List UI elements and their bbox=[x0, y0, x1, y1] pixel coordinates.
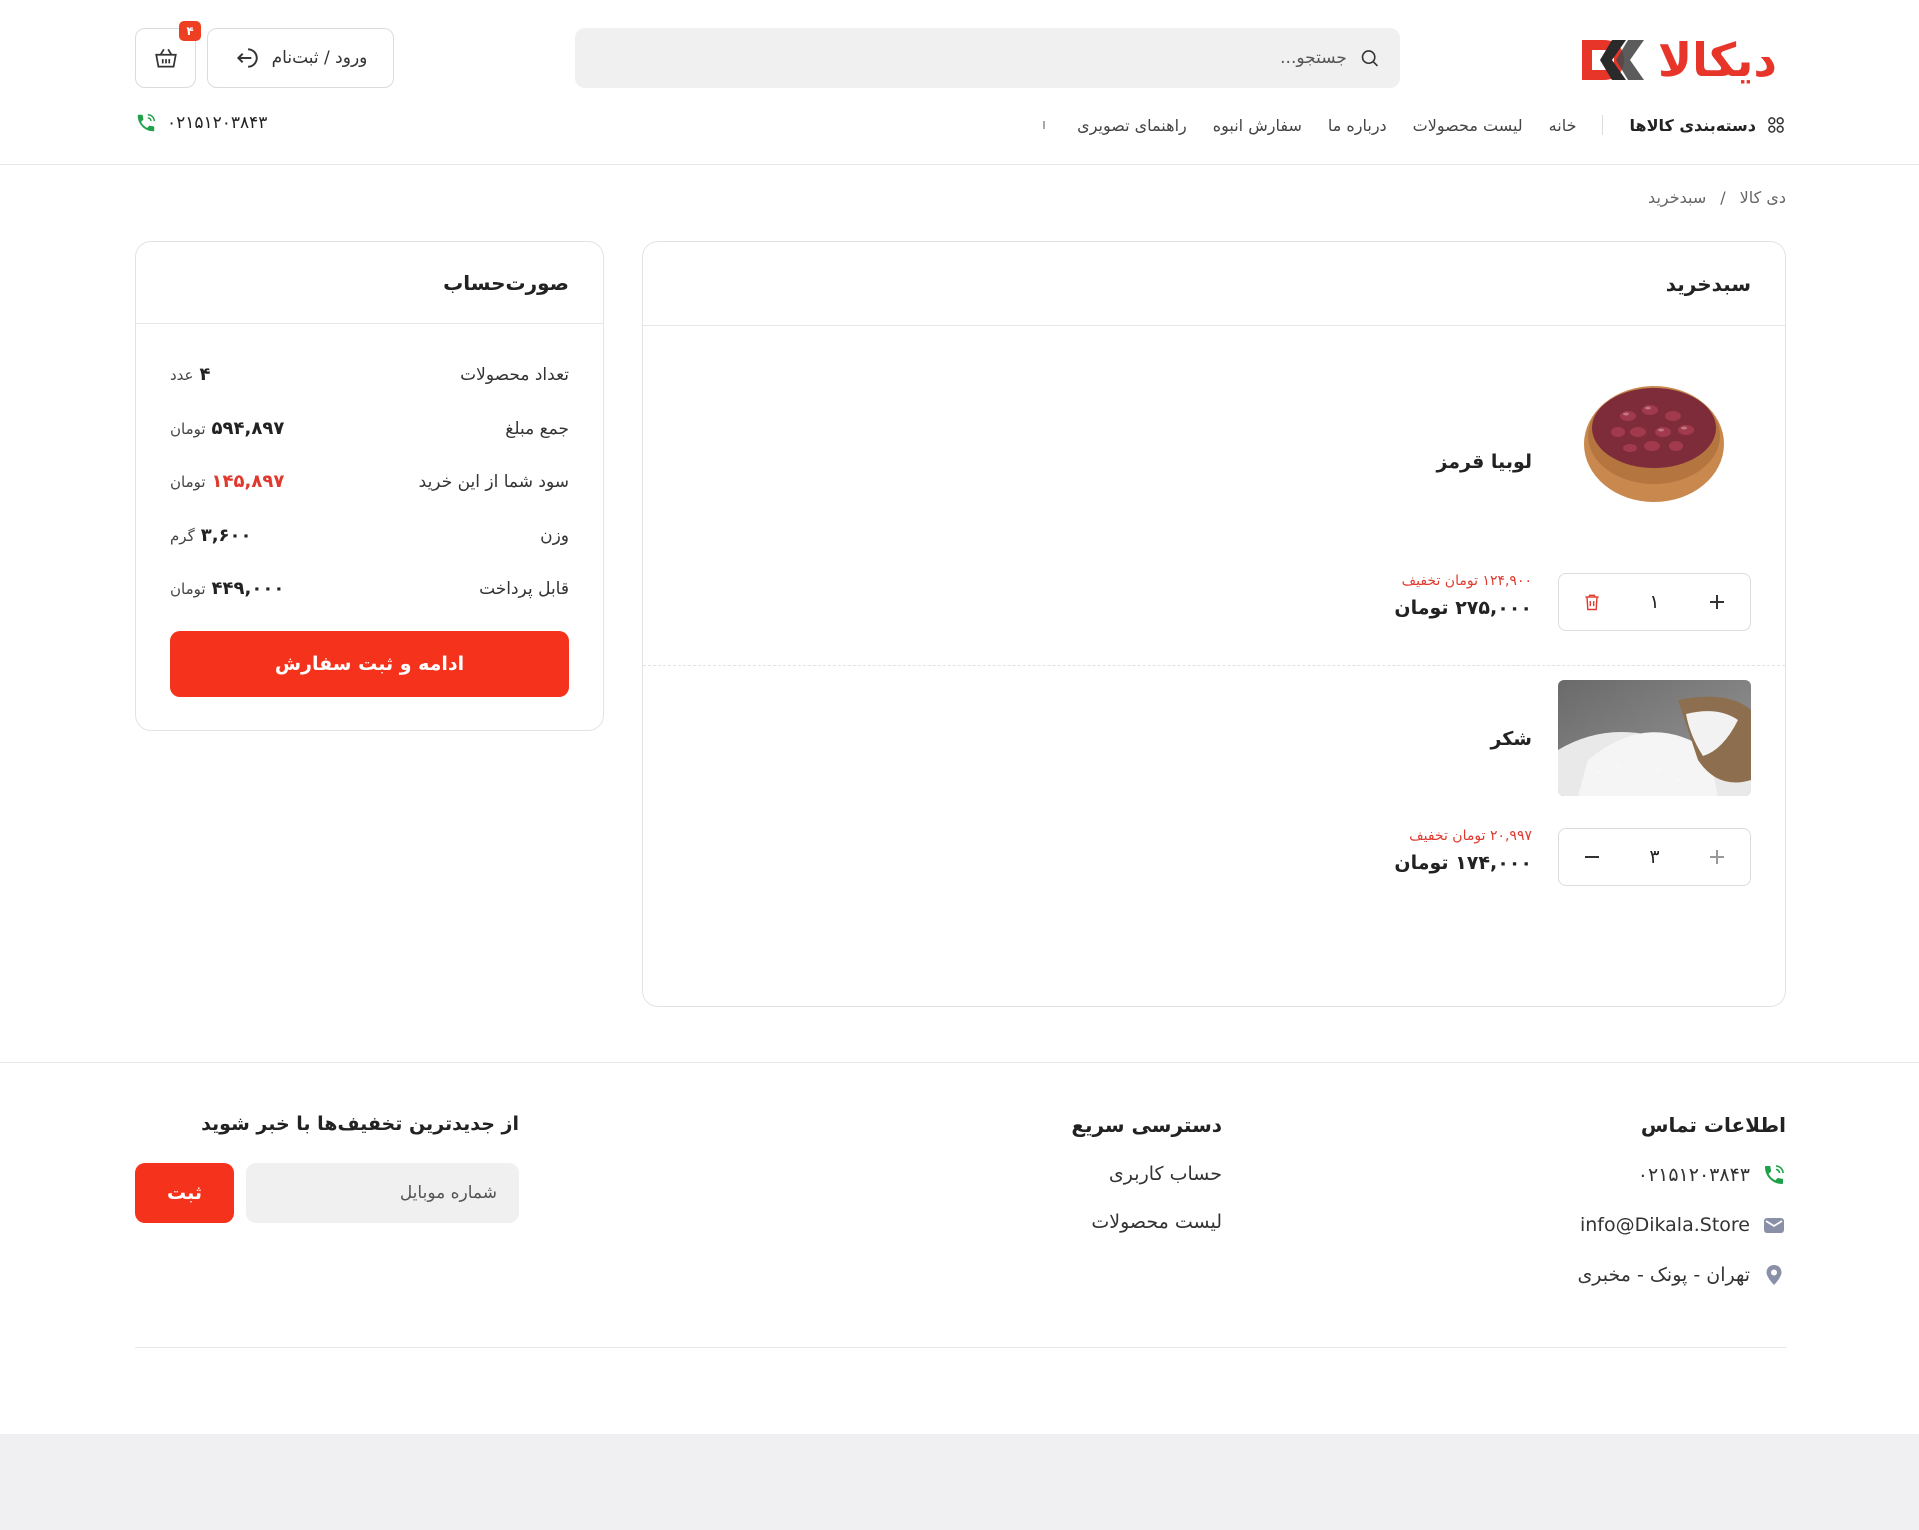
quantity-stepper: ۱ bbox=[1558, 573, 1751, 631]
header-divider bbox=[0, 164, 1919, 165]
summary-value: ۴۴۹,۰۰۰ تومان bbox=[170, 578, 285, 599]
summary-label: جمع مبلغ bbox=[505, 418, 569, 439]
breadcrumb-separator: / bbox=[1720, 188, 1726, 207]
footer-address-text: تهران - پونک - مخبری bbox=[1577, 1264, 1750, 1286]
login-label: ورود / ثبت‌نام bbox=[271, 48, 368, 68]
summary-row-count: تعداد محصولات ۴ عدد bbox=[170, 364, 569, 385]
contact-title: اطلاعات تماس bbox=[1640, 1113, 1786, 1137]
logo-mark-icon bbox=[1581, 40, 1644, 80]
cart-button[interactable]: ۴ bbox=[135, 21, 201, 88]
nav-indicator bbox=[1043, 121, 1046, 129]
quantity-stepper: ۳ bbox=[1558, 828, 1751, 886]
login-register-button[interactable]: ورود / ثبت‌نام bbox=[207, 28, 394, 88]
nav-item-products[interactable]: لیست محصولات bbox=[1413, 116, 1523, 135]
nav-item-visual-guide[interactable]: راهنمای تصویری bbox=[1077, 116, 1187, 135]
cart-card: سبدخرید لوبیا قرمز ۱ ۱۲۴,۹۰۰ تومان تخفیف… bbox=[642, 241, 1786, 1007]
newsletter-form: ثبت bbox=[135, 1163, 519, 1223]
checkout-button[interactable]: ادامه و ثبت سفارش bbox=[170, 631, 569, 697]
phone-icon bbox=[1765, 1165, 1784, 1184]
mobile-number-input[interactable] bbox=[246, 1163, 519, 1223]
summary-row-weight: وزن ۳,۶۰۰ گرم bbox=[170, 525, 569, 546]
newsletter-submit-button[interactable]: ثبت bbox=[135, 1163, 234, 1223]
nav-categories-label: دسته‌بندی کالاها bbox=[1629, 115, 1756, 135]
footer-link-account[interactable]: حساب کاربری bbox=[1071, 1163, 1222, 1185]
plus-icon bbox=[1710, 595, 1724, 609]
breadcrumb-current: سبدخرید bbox=[1648, 188, 1707, 207]
footer-newsletter: از جدیدترین تخفیف‌ها با خبر شوید ثبت bbox=[135, 1113, 519, 1223]
delete-item-button[interactable] bbox=[1581, 591, 1603, 613]
main-nav: دسته‌بندی کالاها خانه لیست محصولات دربار… bbox=[1043, 110, 1786, 140]
item-discount: ۱۲۴,۹۰۰ تومان تخفیف bbox=[1401, 573, 1532, 589]
footer-phone[interactable]: ۰۲۱۵۱۲۰۳۸۴۳ bbox=[1577, 1163, 1786, 1187]
footer-email-address: info@Dikala.Store bbox=[1579, 1214, 1750, 1236]
item-price-block: ۲۰,۹۹۷ تومان تخفیف ۱۷۴,۰۰۰ تومان bbox=[1394, 828, 1532, 874]
breadcrumb: دی کالا / سبدخرید bbox=[1648, 188, 1786, 207]
mail-icon bbox=[1764, 1218, 1784, 1233]
summary-label: سود شما از این خرید bbox=[418, 471, 569, 492]
summary-value: ۵۹۴,۸۹۷ تومان bbox=[170, 418, 285, 439]
summary-row-savings: سود شما از این خرید ۱۴۵,۸۹۷ تومان bbox=[170, 471, 569, 492]
grid-icon bbox=[1768, 117, 1784, 133]
header-phone-number: ۰۲۱۵۱۲۰۳۸۴۳ bbox=[167, 113, 268, 133]
cart-title: سبدخرید bbox=[643, 242, 1785, 326]
footer-link-products[interactable]: لیست محصولات bbox=[1071, 1211, 1222, 1233]
summary-row-total: جمع مبلغ ۵۹۴,۸۹۷ تومان bbox=[170, 418, 569, 439]
newsletter-title: از جدیدترین تخفیف‌ها با خبر شوید bbox=[201, 1113, 519, 1135]
summary-row-payable: قابل پرداخت ۴۴۹,۰۰۰ تومان bbox=[170, 578, 569, 599]
quantity-value: ۱ bbox=[1649, 591, 1660, 613]
item-name[interactable]: لوبیا قرمز bbox=[1436, 451, 1532, 473]
logo-text: دیکالا bbox=[1657, 33, 1778, 87]
item-divider bbox=[643, 665, 1785, 666]
cart-count-badge: ۴ bbox=[179, 21, 201, 41]
breadcrumb-home[interactable]: دی کالا bbox=[1740, 188, 1786, 207]
nav-categories[interactable]: دسته‌بندی کالاها bbox=[1602, 115, 1786, 135]
item-name[interactable]: شکر bbox=[1490, 728, 1532, 750]
footer-bottom-divider bbox=[135, 1347, 1786, 1348]
item-discount: ۲۰,۹۹۷ تومان تخفیف bbox=[1409, 828, 1532, 844]
search-icon bbox=[1361, 50, 1378, 67]
basket-icon bbox=[154, 48, 177, 68]
summary-value: ۴ عدد bbox=[170, 364, 211, 385]
quantity-value: ۳ bbox=[1649, 846, 1660, 868]
summary-label: تعداد محصولات bbox=[460, 364, 569, 385]
red-beans-bowl-icon bbox=[1558, 366, 1751, 506]
footer-contact: اطلاعات تماس ۰۲۱۵۱۲۰۳۸۴۳ info@Dikala.Sto… bbox=[1577, 1113, 1786, 1287]
nav-item-bulk-order[interactable]: سفارش انبوه bbox=[1213, 116, 1302, 135]
summary-label: قابل پرداخت bbox=[479, 578, 569, 599]
footer-quick-access: دسترسی سریع حساب کاربری لیست محصولات bbox=[1071, 1113, 1222, 1233]
footer-address: تهران - پونک - مخبری bbox=[1577, 1263, 1786, 1287]
footer-bottom-bar bbox=[0, 1434, 1919, 1530]
summary-label: وزن bbox=[540, 525, 569, 546]
footer-divider bbox=[0, 1062, 1919, 1063]
search-bar[interactable] bbox=[575, 28, 1400, 88]
login-arrow-icon bbox=[236, 48, 258, 68]
location-pin-icon bbox=[1766, 1265, 1782, 1285]
footer-email[interactable]: info@Dikala.Store bbox=[1577, 1213, 1786, 1237]
plus-icon bbox=[1710, 850, 1724, 864]
nav-item-home[interactable]: خانه bbox=[1549, 116, 1577, 135]
summary-value: ۳,۶۰۰ گرم bbox=[170, 525, 252, 546]
increase-qty-button[interactable] bbox=[1706, 846, 1728, 868]
invoice-summary: صورت‌حساب تعداد محصولات ۴ عدد جمع مبلغ ۵۹… bbox=[135, 241, 604, 731]
header-phone[interactable]: ۰۲۱۵۱۲۰۳۸۴۳ bbox=[135, 112, 267, 134]
footer-phone-number: ۰۲۱۵۱۲۰۳۸۴۳ bbox=[1637, 1164, 1750, 1186]
nav-item-about[interactable]: درباره ما bbox=[1328, 116, 1387, 135]
sugar-sack-icon bbox=[1558, 680, 1751, 796]
sugar-image[interactable] bbox=[1558, 680, 1751, 796]
trash-icon bbox=[1585, 594, 1599, 611]
summary-title: صورت‌حساب bbox=[136, 242, 603, 324]
search-input[interactable] bbox=[595, 48, 1347, 68]
logo[interactable]: دیکالا bbox=[1578, 33, 1778, 87]
item-price-block: ۱۲۴,۹۰۰ تومان تخفیف ۲۷۵,۰۰۰ تومان bbox=[1394, 573, 1532, 619]
decrease-qty-button[interactable] bbox=[1581, 846, 1603, 868]
red-beans-image[interactable] bbox=[1558, 366, 1751, 506]
summary-value: ۱۴۵,۸۹۷ تومان bbox=[170, 471, 285, 492]
minus-icon bbox=[1585, 856, 1599, 858]
increase-qty-button[interactable] bbox=[1706, 591, 1728, 613]
item-price: ۲۷۵,۰۰۰ تومان bbox=[1394, 597, 1532, 619]
quick-access-title: دسترسی سریع bbox=[1071, 1113, 1222, 1137]
item-price: ۱۷۴,۰۰۰ تومان bbox=[1394, 852, 1532, 874]
phone-icon bbox=[137, 114, 155, 132]
